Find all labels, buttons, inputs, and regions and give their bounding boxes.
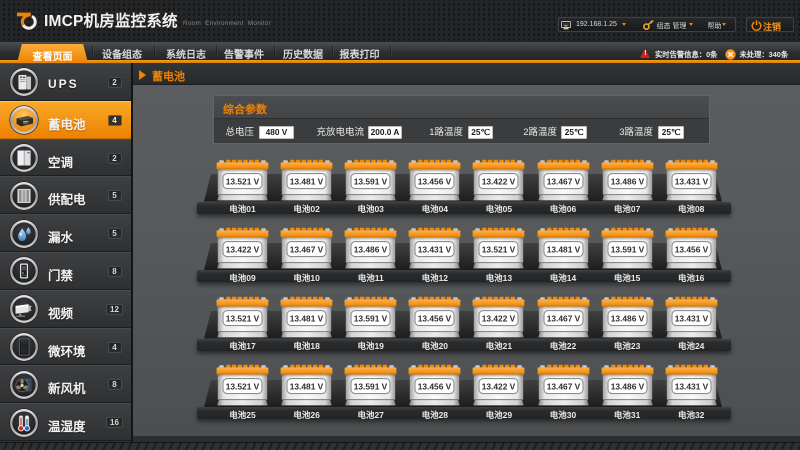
svg-text:13.431 V: 13.431 V [418, 245, 452, 255]
svg-text:13.591 V: 13.591 V [354, 313, 388, 323]
svg-text:13.467 V: 13.467 V [546, 176, 580, 186]
svg-text:13.591 V: 13.591 V [354, 382, 388, 392]
svg-text:13.486 V: 13.486 V [610, 382, 644, 392]
svg-text:13.431 V: 13.431 V [674, 176, 708, 186]
svg-text:13.486 V: 13.486 V [610, 313, 644, 323]
svg-text:13.481 V: 13.481 V [546, 245, 580, 255]
svg-text:13.456 V: 13.456 V [418, 382, 452, 392]
svg-text:13.481 V: 13.481 V [290, 176, 324, 186]
svg-text:13.467 V: 13.467 V [546, 382, 580, 392]
svg-text:13.456 V: 13.456 V [418, 176, 452, 186]
svg-text:13.467 V: 13.467 V [546, 313, 580, 323]
svg-text:13.521 V: 13.521 V [226, 176, 260, 186]
svg-text:13.486 V: 13.486 V [354, 245, 388, 255]
svg-text:13.422 V: 13.422 V [226, 245, 260, 255]
svg-text:13.591 V: 13.591 V [610, 245, 644, 255]
svg-text:13.521 V: 13.521 V [482, 245, 516, 255]
svg-text:13.486 V: 13.486 V [610, 176, 644, 186]
svg-text:13.467 V: 13.467 V [290, 245, 324, 255]
svg-text:13.431 V: 13.431 V [674, 313, 708, 323]
svg-text:13.481 V: 13.481 V [290, 382, 324, 392]
svg-text:13.422 V: 13.422 V [482, 382, 516, 392]
svg-text:13.521 V: 13.521 V [226, 313, 260, 323]
svg-text:13.422 V: 13.422 V [482, 176, 516, 186]
svg-text:13.481 V: 13.481 V [290, 313, 324, 323]
svg-text:13.521 V: 13.521 V [226, 382, 260, 392]
svg-text:13.591 V: 13.591 V [354, 176, 388, 186]
svg-text:13.431 V: 13.431 V [674, 382, 708, 392]
svg-text:13.456 V: 13.456 V [674, 245, 708, 255]
svg-text:13.422 V: 13.422 V [482, 313, 516, 323]
svg-text:13.456 V: 13.456 V [418, 313, 452, 323]
